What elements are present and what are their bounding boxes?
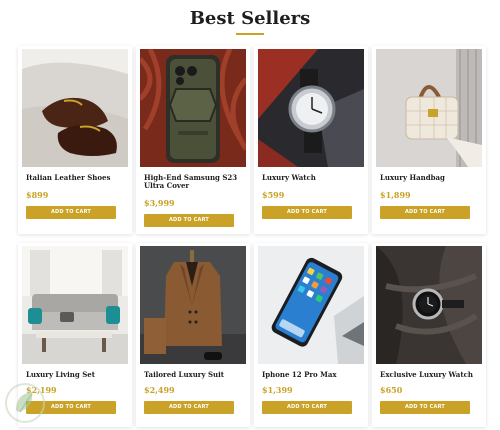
luxury-watch-photo[interactable] bbox=[258, 49, 364, 167]
add-to-cart-button[interactable]: ADD TO CART bbox=[144, 401, 234, 414]
product-card[interactable]: High-End Samsung S23 Ultra Cover $3,999 … bbox=[136, 46, 250, 234]
product-card[interactable]: Iphone 12 Pro Max $1,399 ADD TO CART bbox=[254, 243, 368, 427]
brand-logo bbox=[4, 382, 46, 424]
section-title: Best Sellers bbox=[189, 8, 311, 29]
product-card[interactable]: Luxury Handbag $1,899 ADD TO CART bbox=[372, 46, 486, 234]
add-to-cart-button[interactable]: ADD TO CART bbox=[262, 401, 352, 414]
product-name[interactable]: High-End Samsung S23 Ultra Cover bbox=[144, 174, 244, 190]
living-room-photo[interactable] bbox=[22, 246, 128, 364]
product-price: $899 bbox=[26, 190, 49, 200]
product-price: $2,499 bbox=[144, 385, 175, 395]
product-name[interactable]: Luxury Handbag bbox=[380, 174, 480, 182]
phone-case-photo[interactable] bbox=[140, 49, 246, 167]
leather-shoes-photo[interactable] bbox=[22, 49, 128, 167]
iphone-photo[interactable] bbox=[258, 246, 364, 364]
add-to-cart-button[interactable]: ADD TO CART bbox=[26, 206, 116, 219]
product-name[interactable]: Luxury Watch bbox=[262, 174, 362, 182]
product-price: $1,399 bbox=[262, 385, 293, 395]
add-to-cart-button[interactable]: ADD TO CART bbox=[144, 214, 234, 227]
product-name[interactable]: Exclusive Luxury Watch bbox=[380, 371, 480, 379]
product-card[interactable]: Luxury Watch $599 ADD TO CART bbox=[254, 46, 368, 234]
product-name[interactable]: Iphone 12 Pro Max bbox=[262, 371, 362, 379]
product-price: $1,899 bbox=[380, 190, 411, 200]
product-card[interactable]: Exclusive Luxury Watch $650 ADD TO CART bbox=[372, 243, 486, 427]
add-to-cart-button[interactable]: ADD TO CART bbox=[380, 401, 470, 414]
product-card[interactable]: Italian Leather Shoes $899 ADD TO CART bbox=[18, 46, 132, 234]
suit-photo[interactable] bbox=[140, 246, 246, 364]
product-card[interactable]: Tailored Luxury Suit $2,499 ADD TO CART bbox=[136, 243, 250, 427]
title-underline bbox=[236, 33, 264, 35]
product-name[interactable]: Italian Leather Shoes bbox=[26, 174, 126, 182]
product-price: $599 bbox=[262, 190, 285, 200]
handbag-photo[interactable] bbox=[376, 49, 482, 167]
product-name[interactable]: Luxury Living Set bbox=[26, 371, 126, 379]
add-to-cart-button[interactable]: ADD TO CART bbox=[380, 206, 470, 219]
product-price: $3,999 bbox=[144, 198, 175, 208]
exclusive-watch-photo[interactable] bbox=[376, 246, 482, 364]
product-name[interactable]: Tailored Luxury Suit bbox=[144, 371, 244, 379]
add-to-cart-button[interactable]: ADD TO CART bbox=[262, 206, 352, 219]
product-price: $650 bbox=[380, 385, 403, 395]
